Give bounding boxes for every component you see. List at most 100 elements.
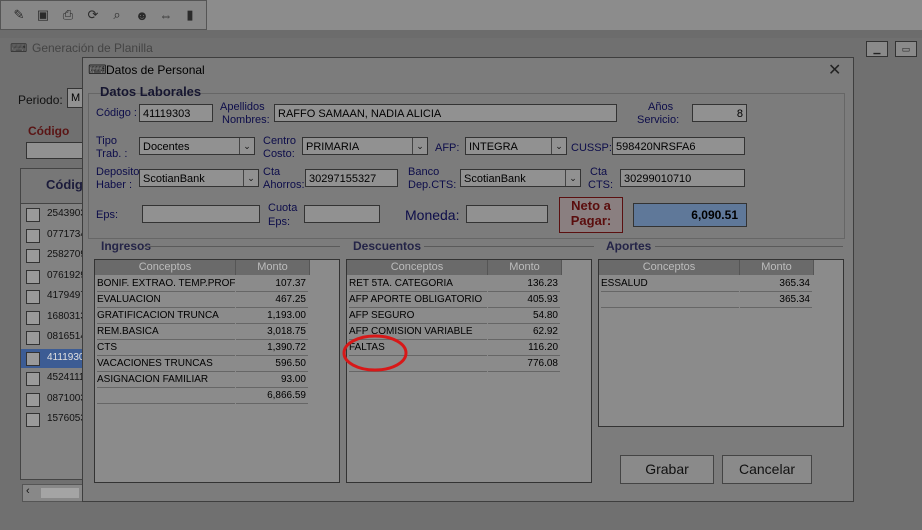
ingresos-divider: [144, 246, 340, 247]
moneda-field[interactable]: [466, 205, 548, 223]
concepto-cell[interactable]: CTS: [97, 340, 235, 356]
chevron-down-icon[interactable]: ⌄: [239, 138, 254, 154]
cancelar-button[interactable]: Cancelar: [722, 455, 812, 484]
row-checkbox[interactable]: [26, 269, 40, 284]
save-icon[interactable]: ▣: [35, 7, 51, 23]
toolbar-box: ✎ ▣ ⎙ ⟳ ⌕ ☻ ⇔ ▮: [0, 0, 207, 30]
row-code: 1680313: [47, 310, 86, 322]
dialog-title: Datos de Personal: [106, 63, 205, 77]
monto-cell[interactable]: 467.25: [236, 292, 308, 308]
table-row[interactable]: 2582709: [21, 246, 86, 265]
row-checkbox[interactable]: [26, 208, 40, 222]
chevron-down-icon[interactable]: ⌄: [412, 138, 427, 154]
chevron-down-icon[interactable]: ⌄: [551, 138, 566, 154]
monto-cell[interactable]: 596.50: [236, 356, 308, 372]
monto-cell[interactable]: 107.37: [236, 276, 308, 292]
row-checkbox[interactable]: [26, 413, 40, 427]
concepto-cell[interactable]: GRATIFICACION TRUNCA: [97, 308, 235, 324]
monto-cell[interactable]: 116.20: [488, 340, 560, 356]
ahorros-label: Ahorros:: [263, 179, 305, 191]
table-row[interactable]: 0771734: [21, 226, 86, 245]
row-checkbox[interactable]: [26, 331, 40, 345]
monto-cell[interactable]: 365.34: [740, 292, 812, 308]
monto-cell[interactable]: 54.80: [488, 308, 560, 324]
haber-label: Haber :: [96, 179, 133, 191]
moneda-label: Moneda:: [405, 207, 460, 223]
pencil-icon[interactable]: ✎: [11, 7, 27, 23]
concepto-cell[interactable]: BONIF. EXTRAO. TEMP.PROF: [97, 276, 235, 292]
user-search-icon[interactable]: ☻: [134, 7, 150, 23]
preview-icon[interactable]: ⌕: [109, 7, 125, 23]
table-row[interactable]: 4111930: [21, 348, 84, 368]
eps-field[interactable]: [142, 205, 260, 223]
row-checkbox[interactable]: [26, 392, 40, 407]
table-row[interactable]: 0871003: [21, 390, 86, 409]
row-checkbox[interactable]: [26, 372, 40, 386]
row-checkbox[interactable]: [26, 290, 40, 304]
row-checkbox[interactable]: [26, 228, 40, 243]
concepto-cell[interactable]: AFP APORTE OBLIGATORIO: [349, 292, 487, 308]
concepto-cell[interactable]: [601, 292, 739, 308]
concepto-cell[interactable]: RET 5TA. CATEGORIA: [349, 276, 487, 292]
cta-ahorros-field[interactable]: 30297155327: [305, 169, 398, 187]
chevron-down-icon[interactable]: ⌄: [565, 170, 580, 186]
print-icon[interactable]: ⎙: [60, 7, 76, 23]
apellidos-nombres-field[interactable]: RAFFO SAMAAN, NADIA ALICIA: [274, 104, 617, 122]
grabar-button[interactable]: Grabar: [620, 455, 714, 484]
row-checkbox[interactable]: [26, 249, 40, 263]
refresh-icon[interactable]: ⟳: [85, 7, 101, 23]
table-row[interactable]: 2543903: [21, 205, 86, 224]
table-row[interactable]: 4524111: [21, 369, 84, 388]
concepto-cell[interactable]: ASIGNACION FAMILIAR: [97, 372, 235, 388]
monto-cell[interactable]: 93.00: [236, 372, 308, 388]
table-row[interactable]: 4179497: [21, 287, 86, 306]
row-checkbox[interactable]: [26, 310, 40, 325]
concepto-cell[interactable]: ESSALUD: [601, 276, 739, 292]
descuentos-col-monto: Monto: [488, 260, 562, 275]
banco-cts-select[interactable]: ScotianBank ⌄: [460, 169, 581, 187]
cta-cts-field[interactable]: 30299010710: [620, 169, 745, 187]
restore-button[interactable]: ▭: [895, 41, 917, 57]
monto-cell[interactable]: 3,018.75: [236, 324, 308, 340]
centro-costo-select[interactable]: PRIMARIA ⌄: [302, 137, 428, 155]
tipo-trabajador-select[interactable]: Docentes ⌄: [139, 137, 255, 155]
table-row[interactable]: 1576053: [21, 410, 86, 429]
concepto-cell[interactable]: [97, 388, 235, 404]
table-row[interactable]: 1680313: [21, 308, 86, 327]
tag-icon[interactable]: ⇔: [158, 7, 174, 23]
highlight-ellipse: [342, 334, 408, 372]
cuota-eps-field[interactable]: [304, 205, 380, 223]
concepto-cell[interactable]: REM.BASICA: [97, 324, 235, 340]
minimize-button[interactable]: ▁: [866, 41, 888, 57]
codigo-filter-input[interactable]: [26, 142, 83, 159]
monto-cell[interactable]: 6,866.59: [236, 388, 308, 404]
cussp-field[interactable]: 598420NRSFA6: [612, 137, 745, 155]
monto-cell[interactable]: 405.93: [488, 292, 560, 308]
chevron-down-icon[interactable]: ⌄: [243, 170, 258, 186]
exit-door-icon[interactable]: ▮: [182, 7, 198, 23]
scroll-thumb[interactable]: [41, 488, 79, 498]
monto-cell[interactable]: 136.23: [488, 276, 560, 292]
monto-cell[interactable]: 776.08: [488, 356, 560, 372]
anios-servicio-field[interactable]: 8: [692, 104, 747, 122]
concepto-cell[interactable]: AFP SEGURO: [349, 308, 487, 324]
afp-select[interactable]: INTEGRA ⌄: [465, 137, 567, 155]
row-checkbox[interactable]: [26, 351, 40, 366]
deposito-haber-select[interactable]: ScotianBank ⌄: [139, 169, 259, 187]
periodo-field[interactable]: M: [67, 88, 83, 108]
monto-cell[interactable]: 62.92: [488, 324, 560, 340]
table-row[interactable]: 0816514: [21, 328, 86, 347]
scroll-left-icon[interactable]: ‹: [26, 485, 30, 497]
aportes-table: Conceptos Monto ESSALUD 365.34 365.34: [598, 259, 844, 427]
table-row[interactable]: 0761929: [21, 267, 86, 286]
codigo-field[interactable]: 41119303: [139, 104, 213, 122]
row-code: 1576053: [47, 413, 86, 424]
close-icon[interactable]: ✕: [828, 60, 841, 80]
horizontal-scrollbar[interactable]: ‹: [22, 484, 86, 502]
monto-cell[interactable]: 1,390.72: [236, 340, 308, 356]
monto-cell[interactable]: 1,193.00: [236, 308, 308, 324]
window-app-icon: ⌨: [10, 41, 28, 55]
concepto-cell[interactable]: EVALUACION: [97, 292, 235, 308]
concepto-cell[interactable]: VACACIONES TRUNCAS: [97, 356, 235, 372]
monto-cell[interactable]: 365.34: [740, 276, 812, 292]
